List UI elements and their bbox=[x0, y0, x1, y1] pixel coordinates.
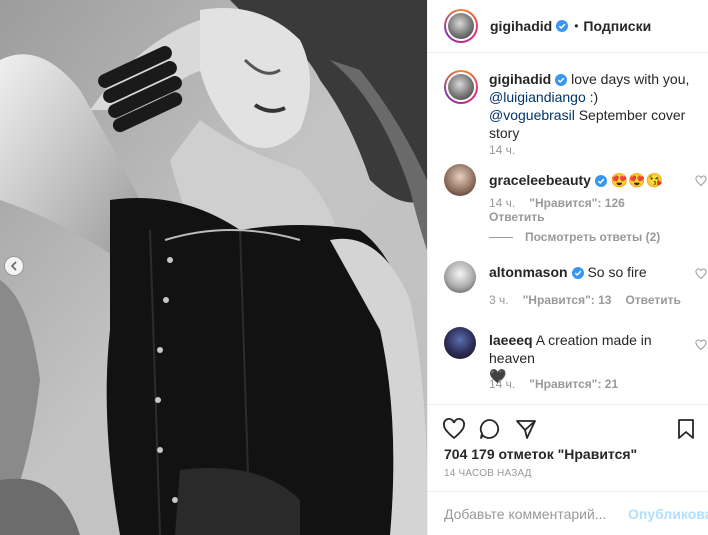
comment-row: graceleebeauty 😍😍😘 bbox=[444, 164, 694, 196]
comment-meta: 14 ч. "Нравится": 21 bbox=[489, 377, 618, 391]
comment-time: 14 ч. bbox=[489, 377, 516, 391]
post-header: gigihadid • Подписки bbox=[428, 0, 708, 53]
verified-icon bbox=[571, 267, 584, 280]
publish-button[interactable]: Опубликовать bbox=[628, 506, 708, 522]
comments-list[interactable]: gigihadid love days with you, @luigiandi… bbox=[428, 54, 708, 404]
caption-mention-link[interactable]: @voguebrasil bbox=[489, 107, 575, 123]
like-comment-heart-icon[interactable] bbox=[695, 268, 707, 280]
author-avatar[interactable] bbox=[444, 9, 478, 43]
comment-meta: Ответить bbox=[489, 210, 544, 224]
share-icon[interactable] bbox=[514, 417, 538, 441]
follow-button[interactable]: Подписки bbox=[583, 18, 651, 34]
post-photo[interactable] bbox=[0, 0, 427, 535]
commenter-avatar[interactable] bbox=[444, 327, 476, 359]
comment-time: 3 ч. bbox=[489, 293, 509, 307]
like-comment-heart-icon[interactable] bbox=[695, 175, 707, 187]
verified-icon bbox=[594, 175, 607, 188]
comment-meta: 14 ч. "Нравится": 126 bbox=[489, 196, 625, 210]
reply-button[interactable]: Ответить bbox=[625, 293, 680, 307]
comment-likes[interactable]: "Нравится": 13 bbox=[523, 293, 612, 307]
caption: gigihadid love days with you, @luigiandi… bbox=[444, 70, 694, 142]
verified-icon bbox=[556, 20, 569, 32]
action-bar bbox=[428, 404, 708, 444]
commenter-username[interactable]: laeeeq bbox=[489, 332, 533, 348]
bookmark-icon[interactable] bbox=[674, 417, 698, 441]
caption-avatar[interactable] bbox=[444, 70, 478, 104]
like-comment-heart-icon[interactable] bbox=[695, 339, 707, 351]
comment-text: So so fire bbox=[587, 264, 647, 280]
comment-likes[interactable]: "Нравится": 21 bbox=[529, 377, 618, 391]
comment-meta: 3 ч. "Нравится": 13 Ответить bbox=[489, 293, 681, 307]
verified-icon bbox=[555, 74, 568, 87]
caption-time: 14 ч. bbox=[489, 143, 516, 157]
like-heart-icon[interactable] bbox=[442, 417, 466, 441]
carousel-prev-button[interactable] bbox=[4, 256, 24, 276]
commenter-avatar[interactable] bbox=[444, 261, 476, 293]
view-replies-label: Посмотреть ответы (2) bbox=[525, 230, 661, 244]
reply-button[interactable]: Ответить bbox=[489, 210, 544, 224]
commenter-username[interactable]: altonmason bbox=[489, 264, 568, 280]
caption-meta: 14 ч. bbox=[489, 143, 515, 157]
header-dot-separator: • bbox=[574, 19, 579, 33]
comment-time: 14 ч. bbox=[489, 196, 516, 210]
chevron-left-icon bbox=[10, 261, 17, 271]
comment-input[interactable] bbox=[444, 505, 625, 522]
commenter-avatar[interactable] bbox=[444, 164, 476, 196]
caption-text: :) bbox=[589, 89, 599, 105]
caption-mention-link[interactable]: @luigiandiango bbox=[489, 89, 586, 105]
likes-count[interactable]: 704 179 отметок "Нравится" bbox=[444, 446, 637, 462]
commenter-username[interactable]: graceleebeauty bbox=[489, 172, 591, 188]
post-time-ago: 14 ЧАСОВ НАЗАД bbox=[444, 468, 532, 479]
photo-illustration bbox=[0, 0, 427, 535]
author-username[interactable]: gigihadid bbox=[490, 18, 552, 34]
comment-text: 😍😍😘 bbox=[610, 172, 664, 188]
post-side-panel: gigihadid • Подписки gigihadid love days… bbox=[427, 0, 708, 535]
comment-bubble-icon[interactable] bbox=[478, 417, 502, 441]
caption-username[interactable]: gigihadid bbox=[489, 71, 551, 87]
add-comment-bar: Опубликовать bbox=[428, 491, 708, 535]
comment-row: altonmason So so fire bbox=[444, 261, 694, 293]
comment-likes[interactable]: "Нравится": 126 bbox=[529, 196, 625, 210]
caption-text: love days with you, bbox=[571, 71, 690, 87]
view-replies-button[interactable]: Посмотреть ответы (2) bbox=[489, 230, 660, 244]
